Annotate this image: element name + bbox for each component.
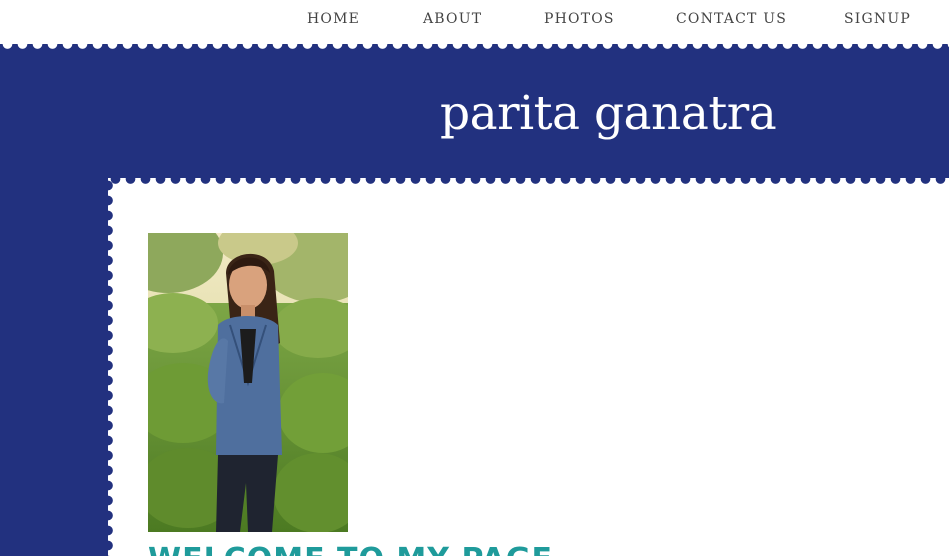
stamp-edge-top [0,44,949,54]
nav-link-photos[interactable]: PHOTOS [544,11,615,27]
top-navigation: HOME ABOUT PHOTOS CONTACT US SIGNUP [0,0,949,48]
welcome-heading: WELCOME TO MY PAGE [148,540,553,556]
nav-link-signup[interactable]: SIGNUP [844,11,911,27]
nav-link-about[interactable]: ABOUT [423,11,482,27]
stamp-edge-card-left [103,178,113,556]
site-title: parita ganatra [440,86,777,141]
nav-link-home[interactable]: HOME [307,11,360,27]
nav-link-contact-us[interactable]: CONTACT US [676,11,787,27]
profile-photo [148,233,348,532]
stamp-edge-card-top [108,174,949,184]
